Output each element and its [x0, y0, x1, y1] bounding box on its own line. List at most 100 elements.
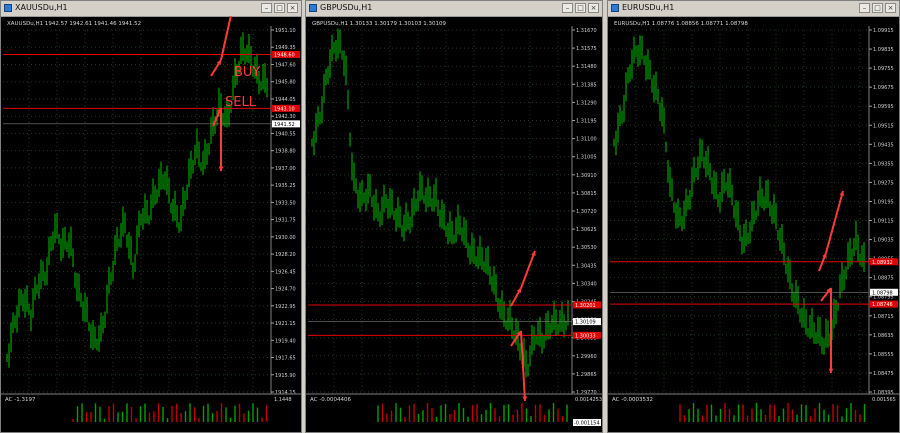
window-title: XAUUSDu,H1 — [15, 3, 68, 12]
price-tick-label: 1928.20 — [275, 252, 296, 258]
current-price-label: 1941.52 — [274, 122, 295, 128]
price-tick-label: 1.30435 — [576, 263, 597, 269]
chart-icon — [4, 4, 12, 12]
price-tick-label: 1914.15 — [275, 390, 296, 396]
price-tick-label: 1.30815 — [576, 191, 597, 197]
price-tick-label: 1942.30 — [275, 114, 296, 120]
window-title: GBPUSDu,H1 — [320, 3, 373, 12]
indicator-scale-top: 1.1448 — [274, 397, 292, 403]
price-tick-label: 1.29960 — [576, 354, 597, 360]
level-label: 1.30033 — [575, 333, 596, 339]
arrow-head — [828, 368, 834, 373]
window-titlebar[interactable]: XAUUSDu,H1 – □ × — [1, 1, 301, 17]
arrow-head — [522, 396, 528, 401]
price-chart[interactable]: EURUSDu,H1 1.08776 1.08856 1.08771 1.087… — [608, 16, 899, 432]
price-tick-label: 1.09115 — [873, 219, 894, 225]
close-button[interactable]: × — [588, 3, 599, 13]
chart-icon — [611, 4, 619, 12]
price-tick-label: 1.09435 — [873, 142, 894, 148]
price-tick-label: 1926.45 — [275, 269, 296, 275]
price-tick-label: 1.30720 — [576, 209, 597, 215]
price-tick-label: 1.30625 — [576, 227, 597, 233]
price-tick-label: 1949.35 — [275, 45, 296, 51]
chart-window-xauusd[interactable]: XAUUSDu,H1 – □ × XAUUSDu,H1 1942.57 1942… — [0, 0, 302, 433]
chart-header: EURUSDu,H1 1.08776 1.08856 1.08771 1.087… — [614, 21, 748, 27]
price-tick-label: 1.09755 — [873, 66, 894, 72]
sell-annotation: SELL — [225, 95, 257, 110]
level-label: 1.08746 — [872, 302, 893, 308]
current-price-label: 1.30109 — [575, 320, 596, 326]
price-tick-label: 1.29770 — [576, 390, 597, 396]
price-tick-label: 1915.90 — [275, 373, 296, 379]
price-tick-label: 1.31005 — [576, 155, 597, 161]
maximize-button[interactable]: □ — [872, 3, 883, 13]
price-tick-label: 1938.80 — [275, 149, 296, 155]
minimize-button[interactable]: – — [859, 3, 870, 13]
price-tick-label: 1.30340 — [576, 281, 597, 287]
chart-header: GBPUSDu,H1 1.30133 1.30179 1.30103 1.301… — [312, 21, 446, 27]
price-tick-label: 1.08475 — [873, 371, 894, 377]
price-tick-label: 1.30530 — [576, 245, 597, 251]
indicator-scale-top: 0.001565 — [872, 397, 896, 403]
indicator-label: AC -0.0004406 — [310, 397, 351, 403]
price-tick-label: 1.09595 — [873, 104, 894, 110]
arrow-line — [520, 250, 536, 289]
level-label: 1.30201 — [575, 303, 596, 309]
level-label: 1943.10 — [274, 106, 295, 112]
price-tick-label: 1.31100 — [576, 137, 597, 143]
close-button[interactable]: × — [287, 3, 298, 13]
price-tick-label: 1.08715 — [873, 314, 894, 320]
price-tick-label: 1.31575 — [576, 46, 597, 52]
price-tick-label: 1935.25 — [275, 183, 296, 189]
chart-window-gbpusd[interactable]: GBPUSDu,H1 – □ × GBPUSDu,H1 1.30133 1.30… — [305, 0, 603, 433]
price-tick-label: 1.09915 — [873, 28, 894, 34]
price-tick-label: 1945.80 — [275, 80, 296, 86]
buy-annotation: BUY — [234, 65, 260, 80]
price-tick-label: 1919.40 — [275, 338, 296, 344]
price-tick-label: 1.29865 — [576, 372, 597, 378]
level-label: 1948.60 — [274, 52, 295, 58]
chart-icon — [309, 4, 317, 12]
price-tick-label: 1.31385 — [576, 82, 597, 88]
window-titlebar[interactable]: GBPUSDu,H1 – □ × — [306, 1, 602, 17]
price-tick-label: 1951.10 — [275, 28, 296, 34]
window-titlebar[interactable]: EURUSDu,H1 – □ × — [608, 1, 899, 17]
close-button[interactable]: × — [885, 3, 896, 13]
price-tick-label: 1922.95 — [275, 304, 296, 310]
minimize-button[interactable]: – — [261, 3, 272, 13]
indicator-scale-bottom: -0.001154 — [574, 421, 600, 427]
price-tick-label: 1.09675 — [873, 85, 894, 91]
price-tick-label: 1.08635 — [873, 333, 894, 339]
price-tick-label: 1.30910 — [576, 173, 597, 179]
minimize-button[interactable]: – — [562, 3, 573, 13]
maximize-button[interactable]: □ — [274, 3, 285, 13]
price-tick-label: 1947.60 — [275, 62, 296, 68]
price-tick-label: 1924.70 — [275, 287, 296, 293]
price-tick-label: 1.09195 — [873, 199, 894, 205]
price-tick-label: 1.31290 — [576, 100, 597, 106]
price-tick-label: 1940.55 — [275, 131, 296, 137]
arrow-head — [218, 166, 224, 171]
price-tick-label: 1.09035 — [873, 238, 894, 244]
price-tick-label: 1.31195 — [576, 119, 597, 125]
price-tick-label: 1931.75 — [275, 218, 296, 224]
price-tick-label: 1937.00 — [275, 166, 296, 172]
chart-header: XAUUSDu,H1 1942.57 1942.61 1941.46 1941.… — [7, 21, 141, 27]
indicator-scale-top: 0.0014253 — [575, 397, 602, 403]
indicator-label: AC -0.0003532 — [612, 397, 653, 403]
price-tick-label: 1933.50 — [275, 200, 296, 206]
window-title: EURUSDu,H1 — [622, 3, 675, 12]
price-tick-label: 1.09275 — [873, 180, 894, 186]
price-tick-label: 1917.65 — [275, 356, 296, 362]
current-price-label: 1.08798 — [872, 290, 893, 296]
price-tick-label: 1.31480 — [576, 64, 597, 70]
price-tick-label: 1944.05 — [275, 97, 296, 103]
maximize-button[interactable]: □ — [575, 3, 586, 13]
price-chart[interactable]: XAUUSDu,H1 1942.57 1942.61 1941.46 1941.… — [1, 16, 301, 432]
price-tick-label: 1.31670 — [576, 28, 597, 34]
chart-window-eurusd[interactable]: EURUSDu,H1 – □ × EURUSDu,H1 1.08776 1.08… — [607, 0, 900, 433]
price-tick-label: 1.09355 — [873, 161, 894, 167]
price-chart[interactable]: GBPUSDu,H1 1.30133 1.30179 1.30103 1.301… — [306, 16, 602, 432]
price-tick-label: 1.08555 — [873, 352, 894, 358]
price-tick-label: 1.09835 — [873, 47, 894, 53]
